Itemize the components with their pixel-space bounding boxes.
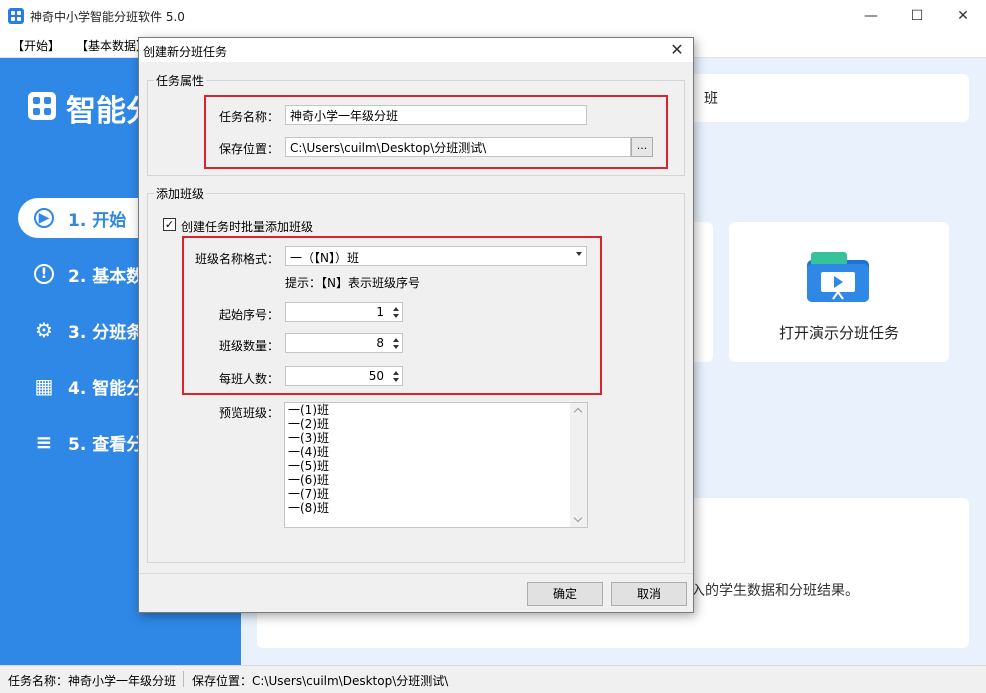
status-save-location: 保存位置：C:\Users\cuilm\Desktop\分班测试\ xyxy=(192,674,449,688)
class-count-label: 班级数量： xyxy=(219,339,280,353)
cancel-button[interactable]: 取消 xyxy=(611,582,687,606)
dialog-close-icon[interactable]: ✕ xyxy=(667,40,687,60)
preview-scrollbar[interactable] xyxy=(570,403,587,527)
scroll-down-icon[interactable] xyxy=(573,513,583,523)
class-count-stepper[interactable]: 8 xyxy=(285,333,403,353)
list-item: 一(5)班 xyxy=(288,459,329,473)
class-size-stepper[interactable]: 50 xyxy=(285,366,403,386)
start-number-label: 起始序号： xyxy=(219,308,280,322)
class-size-label: 每班人数： xyxy=(219,372,280,386)
name-format-hint: 提示：【N】表示班级序号 xyxy=(285,276,420,290)
start-number-value: 1 xyxy=(376,305,384,319)
gear-icon: ⚙ xyxy=(35,318,53,342)
preview-list: 一(1)班 一(2)班 一(3)班 一(4)班 一(5)班 一(6)班 一(7)… xyxy=(288,403,329,515)
list-item: 一(3)班 xyxy=(288,431,329,445)
status-bar: 任务名称：神奇小学一年级分班 保存位置：C:\Users\cuilm\Deskt… xyxy=(0,665,986,693)
task-name-label: 任务名称： xyxy=(219,110,280,124)
list-item: 一(6)班 xyxy=(288,473,329,487)
ok-button[interactable]: 确定 xyxy=(527,582,603,606)
class-count-value: 8 xyxy=(376,336,384,350)
class-size-value: 50 xyxy=(368,369,384,383)
stepper-down-icon[interactable] xyxy=(393,378,399,382)
search-list-icon: ≡ xyxy=(35,430,53,454)
start-number-stepper[interactable]: 1 xyxy=(285,302,403,322)
open-demo-task-card[interactable]: 打开演示分班任务 xyxy=(729,222,949,362)
stepper-up-icon[interactable] xyxy=(393,371,399,375)
stepper-up-icon[interactable] xyxy=(393,338,399,342)
list-item: 一(1)班 xyxy=(288,403,329,417)
info-icon: ! xyxy=(34,264,54,284)
group-title: 添加班级 xyxy=(154,185,207,202)
name-format-label: 班级名称格式： xyxy=(195,252,280,266)
stepper-up-icon[interactable] xyxy=(393,307,399,311)
batch-add-label[interactable]: 创建任务时批量添加班级 xyxy=(181,218,313,235)
close-button[interactable]: ✕ xyxy=(940,0,986,32)
demo-card-label: 打开演示分班任务 xyxy=(778,324,899,342)
bottom-card-text: 入的学生数据和分班结果。 xyxy=(691,583,859,599)
save-location-label: 保存位置： xyxy=(219,142,280,156)
name-format-select[interactable]: 一（【N】）班 xyxy=(285,246,587,266)
task-properties-group: 任务属性 xyxy=(147,72,685,176)
top-card-text: 班 xyxy=(704,91,718,107)
presentation-folder-icon xyxy=(807,252,869,302)
list-item: 一(7)班 xyxy=(288,487,329,501)
dialog-title: 创建新分班任务 xyxy=(143,45,228,59)
title-bar: 神奇中小学智能分班软件 5.0 — ☐ ✕ xyxy=(0,0,986,32)
app-icon xyxy=(8,8,24,24)
save-location-input[interactable] xyxy=(285,137,631,157)
preview-label: 预览班级： xyxy=(219,406,280,420)
play-icon: ▶ xyxy=(34,208,54,228)
menu-start[interactable]: 【开始】 xyxy=(12,37,60,54)
list-item: 一(2)班 xyxy=(288,417,329,431)
sidebar-item-label: 1. 开始 xyxy=(68,210,127,231)
scroll-up-icon[interactable] xyxy=(573,407,583,417)
create-task-dialog: 创建新分班任务 ✕ 任务属性 任务名称： 保存位置： ... 添加班级 ✓ 创建… xyxy=(138,37,694,613)
status-task-name: 任务名称：神奇小学一年级分班 xyxy=(8,674,177,688)
chevron-down-icon xyxy=(576,252,582,256)
grid-icon: ▦ xyxy=(34,374,54,398)
group-title: 任务属性 xyxy=(154,72,207,89)
browse-button[interactable]: ... xyxy=(631,137,653,157)
stepper-down-icon[interactable] xyxy=(393,314,399,318)
status-divider xyxy=(183,671,184,687)
maximize-button[interactable]: ☐ xyxy=(894,0,940,32)
stepper-down-icon[interactable] xyxy=(393,345,399,349)
preview-class-list[interactable]: 一(1)班 一(2)班 一(3)班 一(4)班 一(5)班 一(6)班 一(7)… xyxy=(284,402,588,528)
minimize-button[interactable]: — xyxy=(848,0,894,32)
name-format-value: 一（【N】）班 xyxy=(290,251,359,265)
window-title: 神奇中小学智能分班软件 5.0 xyxy=(30,10,185,24)
list-item: 一(4)班 xyxy=(288,445,329,459)
logo-icon xyxy=(28,92,56,120)
task-name-input[interactable] xyxy=(285,105,587,125)
dialog-title-bar: 创建新分班任务 ✕ xyxy=(139,38,693,62)
list-item: 一(8)班 xyxy=(288,501,329,515)
batch-add-checkbox[interactable]: ✓ xyxy=(163,218,176,231)
dialog-footer: 确定 取消 xyxy=(139,573,693,612)
